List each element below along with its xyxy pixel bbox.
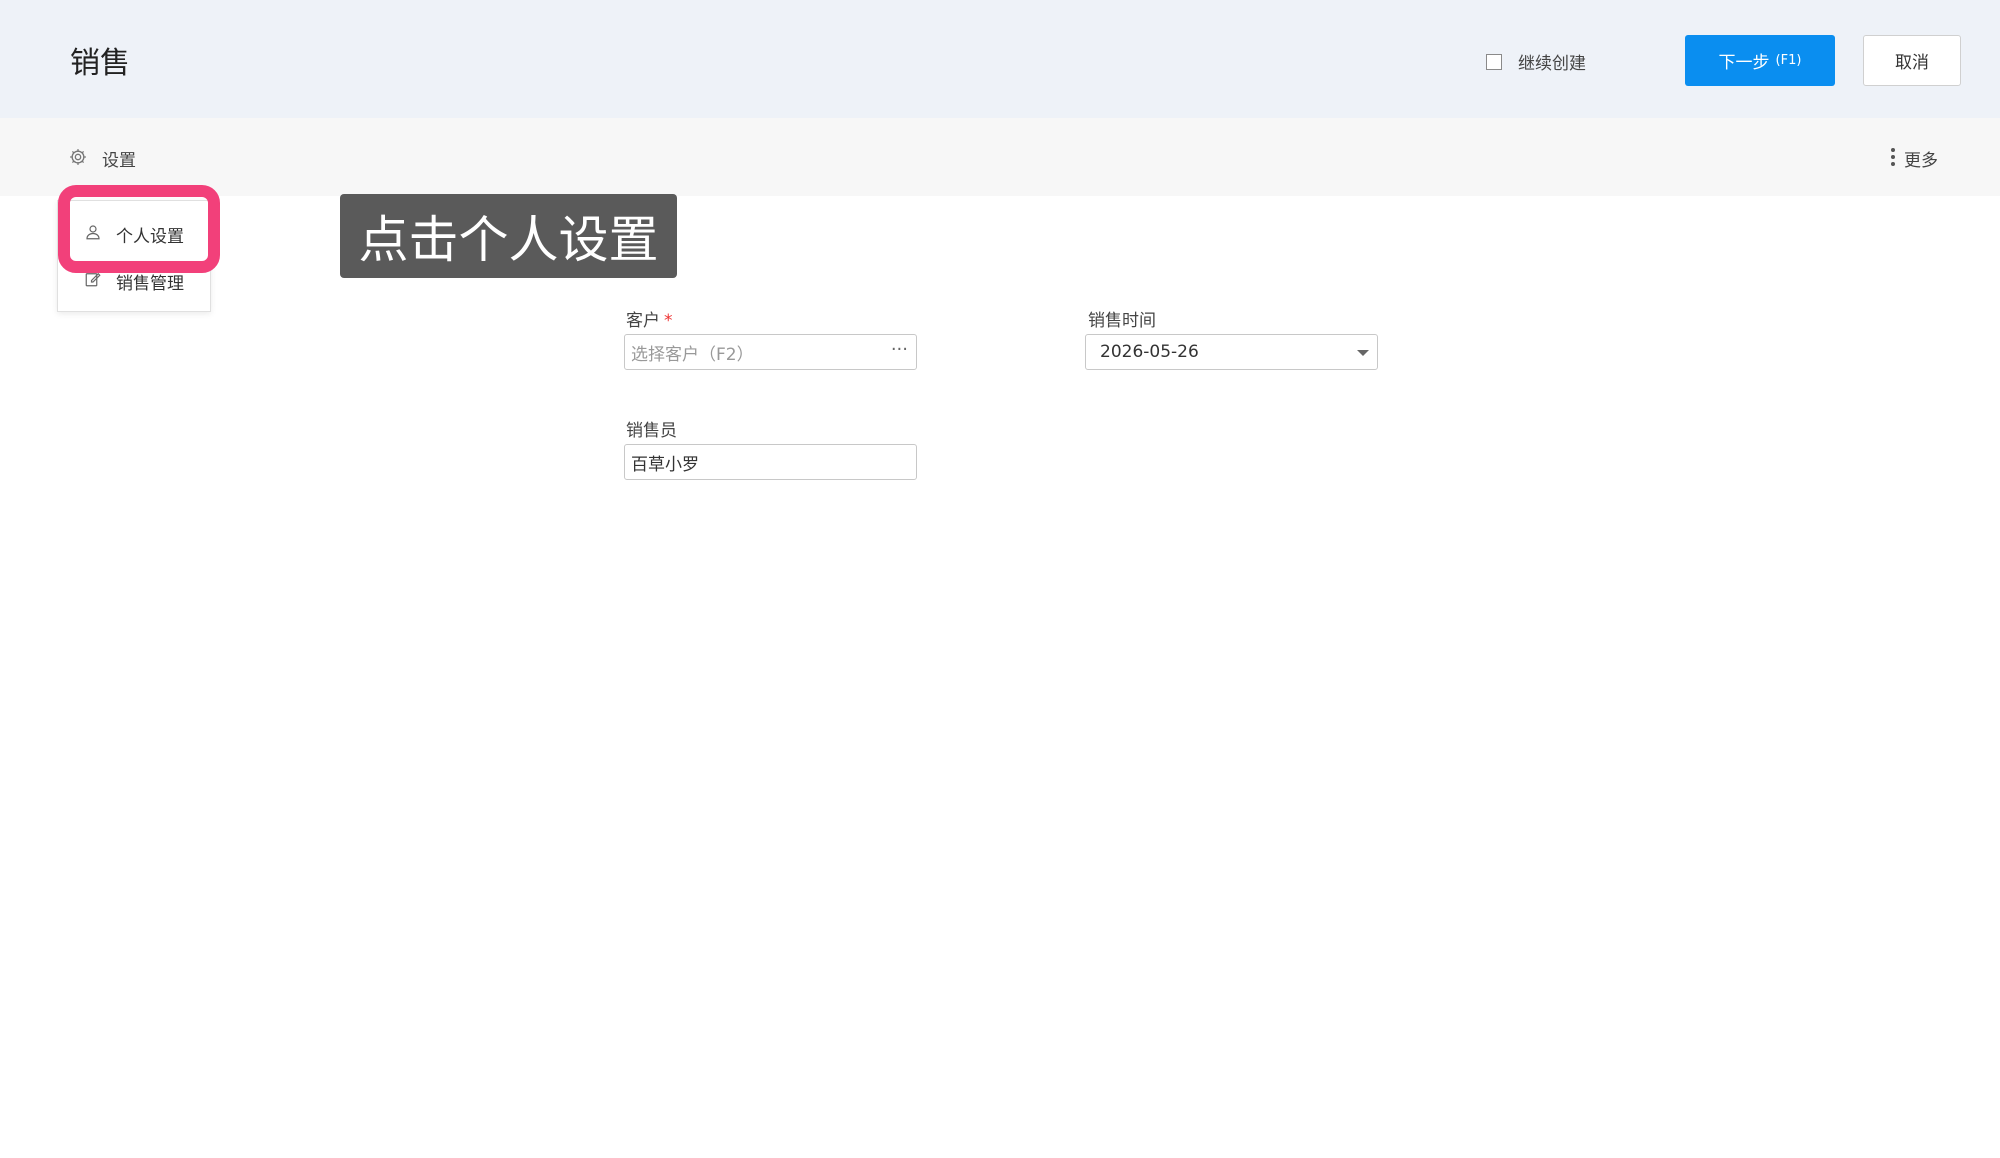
- sale-time-select[interactable]: 2026-05-26: [1085, 334, 1378, 370]
- salesperson-input[interactable]: 百草小罗: [624, 444, 917, 480]
- more-button[interactable]: 更多: [1890, 146, 1938, 171]
- settings-button[interactable]: 设置: [68, 146, 136, 171]
- customer-label-text: 客户: [626, 311, 660, 331]
- next-step-label: 下一步: [1718, 53, 1770, 73]
- sale-time-field-label: 销售时间: [1088, 311, 1156, 331]
- gear-icon: [68, 147, 88, 171]
- customer-select-input[interactable]: 选择客户（F2） ···: [624, 334, 917, 370]
- sale-time-value: 2026-05-26: [1100, 342, 1199, 362]
- highlight-box: [58, 185, 220, 273]
- cancel-button[interactable]: 取消: [1863, 35, 1961, 86]
- salesperson-field-label: 销售员: [626, 421, 677, 441]
- page-title: 销售: [70, 46, 130, 81]
- customer-placeholder: 选择客户（F2）: [631, 344, 754, 365]
- next-step-shortcut: (F1): [1775, 53, 1802, 68]
- required-mark: *: [664, 311, 673, 331]
- next-step-button[interactable]: 下一步 (F1): [1685, 35, 1835, 86]
- vertical-dots-icon: [1890, 147, 1896, 171]
- customer-field-label: 客户 *: [626, 306, 673, 331]
- chevron-down-icon: [1357, 350, 1369, 356]
- instruction-banner: 点击个人设置: [340, 194, 677, 278]
- settings-label: 设置: [102, 151, 136, 171]
- edit-icon: [84, 270, 102, 293]
- salesperson-value: 百草小罗: [631, 454, 699, 475]
- toolbar: [0, 118, 2000, 196]
- continue-create-checkbox[interactable]: [1486, 53, 1502, 70]
- continue-create-label: 继续创建: [1518, 54, 1586, 74]
- continue-create-toggle[interactable]: 继续创建: [1486, 49, 1586, 74]
- ellipsis-icon[interactable]: ···: [891, 339, 908, 360]
- more-label: 更多: [1904, 151, 1938, 171]
